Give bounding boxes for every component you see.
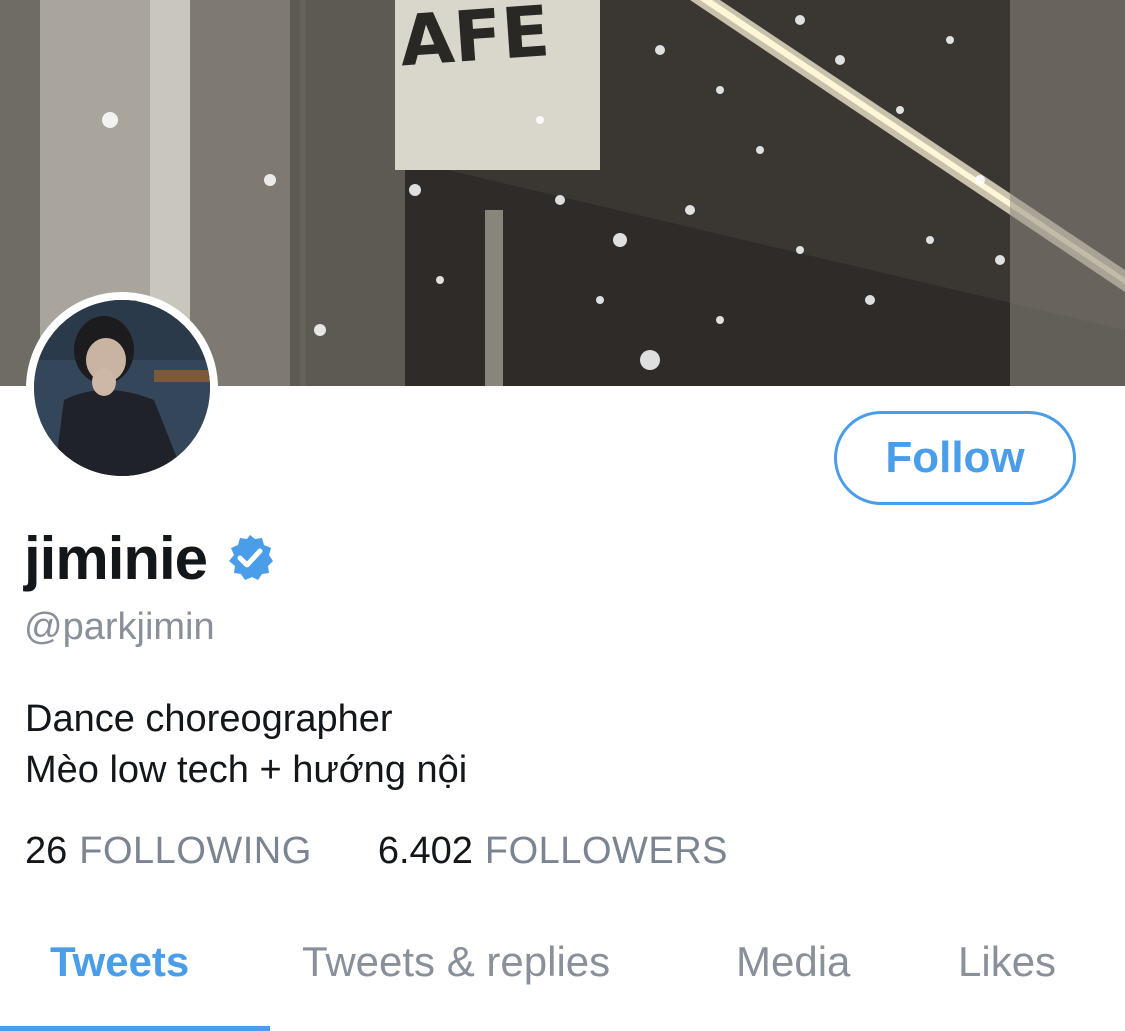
profile-stats: 26 FOLLOWING 6.402 FOLLOWERS — [25, 830, 728, 873]
profile-bio: Dance choreographer Mèo low tech + hướng… — [25, 694, 467, 796]
tab-tweets-and-replies[interactable]: Tweets & replies — [302, 938, 610, 986]
tab-likes[interactable]: Likes — [958, 938, 1056, 986]
profile-tabs: Tweets Tweets & replies Media Likes — [0, 912, 1125, 1031]
bio-line: Dance choreographer — [25, 698, 393, 740]
following-label: FOLLOWING — [79, 830, 312, 872]
tab-tweets[interactable]: Tweets — [50, 938, 189, 986]
followers-label: FOLLOWERS — [484, 830, 729, 872]
following-count: 26 — [25, 830, 68, 872]
verified-badge-icon — [225, 533, 275, 583]
display-name: jiminie — [24, 524, 208, 592]
avatar-photo — [34, 300, 210, 476]
avatar[interactable] — [26, 292, 218, 484]
active-tab-indicator — [0, 1026, 270, 1031]
profile-page: AFE Follow jiminie @parkjimin Dance chor… — [0, 0, 1125, 1031]
follow-button[interactable]: Follow — [834, 411, 1076, 505]
tab-media[interactable]: Media — [736, 938, 850, 986]
profile-name-row: jiminie — [24, 522, 275, 594]
followers-stat[interactable]: 6.402 FOLLOWERS — [378, 830, 728, 873]
banner-sign-text: AFE — [397, 0, 552, 82]
profile-handle: @parkjimin — [24, 606, 215, 648]
following-stat[interactable]: 26 FOLLOWING — [25, 830, 312, 873]
bio-line: Mèo low tech + hướng nội — [25, 749, 468, 791]
followers-count: 6.402 — [377, 830, 473, 872]
